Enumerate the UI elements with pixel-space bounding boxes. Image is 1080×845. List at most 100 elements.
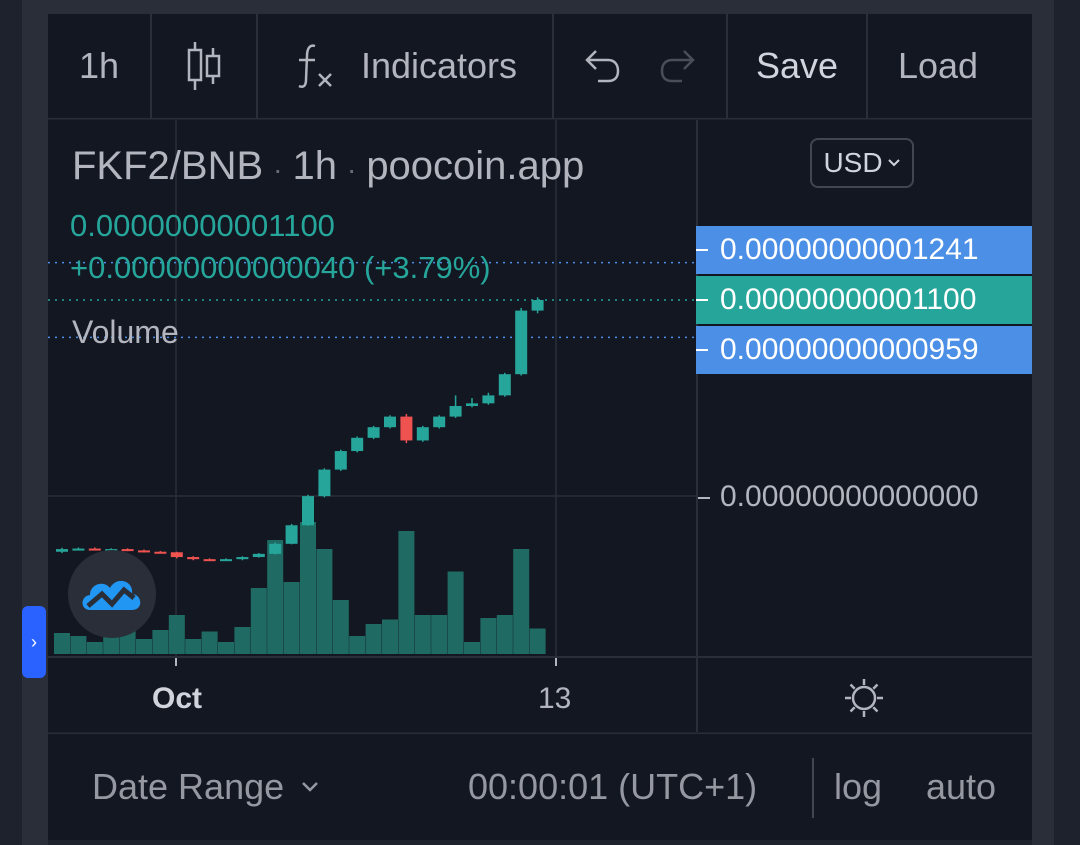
indicators-label: Indicators <box>360 45 518 86</box>
volume-bar <box>480 618 497 654</box>
volume-bar <box>300 522 316 654</box>
candle-body <box>498 374 511 396</box>
load-label: Load <box>897 45 979 86</box>
interval-button[interactable]: 1h <box>48 14 152 118</box>
undo-icon[interactable] <box>578 46 622 86</box>
symbol-name[interactable]: FKF2/BNB <box>72 144 263 188</box>
candle-body <box>433 416 446 428</box>
volume-bar <box>398 531 415 654</box>
function-icon <box>298 44 332 88</box>
legend-interval: 1h <box>292 144 337 188</box>
legend-price: 0.00000000001100 <box>70 208 335 243</box>
date-range-label: Date Range <box>92 766 285 807</box>
candle-body <box>482 395 495 404</box>
timezone-button[interactable]: 00:00:01 (UTC+1) <box>468 734 757 840</box>
symbol-legend: FKF2/BNB · 1h · poocoin.app <box>72 144 584 189</box>
candles-icon <box>187 42 221 90</box>
volume-bar <box>185 639 202 654</box>
candle-body <box>154 551 167 554</box>
tradingview-logo[interactable] <box>68 550 156 638</box>
volume-bar <box>529 628 546 654</box>
legend-separator: · <box>273 154 283 185</box>
candle-body <box>515 310 528 375</box>
candle-body <box>170 552 183 558</box>
candle-body <box>220 559 232 562</box>
save-label: Save <box>755 45 839 86</box>
bottom-toolbar: Date Range 00:00:01 (UTC+1) log auto <box>48 733 1032 840</box>
volume-bar <box>349 636 366 654</box>
bottom-separator <box>812 758 814 818</box>
interval-label: 1h <box>78 45 120 86</box>
chart-type-button[interactable] <box>152 14 258 118</box>
auto-scale-toggle[interactable]: auto <box>926 734 996 840</box>
volume-bar <box>365 624 382 654</box>
time-axis-border <box>48 656 1032 658</box>
save-button[interactable]: Save <box>728 14 868 118</box>
legend-source: poocoin.app <box>366 144 585 188</box>
candle-body <box>269 543 282 554</box>
currency-label: USD <box>823 147 883 178</box>
volume-bar <box>267 540 284 654</box>
window-frame-right <box>1032 0 1054 845</box>
volume-bar <box>332 600 349 654</box>
price-label-high: 0.00000000001241 <box>696 226 1032 274</box>
volume-bar <box>431 615 448 654</box>
volume-bar <box>250 588 267 654</box>
volume-bar <box>201 631 218 654</box>
candle-body <box>236 557 249 560</box>
candle-body <box>416 427 429 441</box>
volume-bar <box>316 549 333 654</box>
volume-bar <box>496 615 513 654</box>
candle-body <box>187 557 200 560</box>
candle-body <box>318 469 331 497</box>
auto-label: auto <box>926 766 997 807</box>
volume-bar <box>447 571 464 654</box>
candle-body <box>367 427 380 438</box>
price-scale-border <box>696 120 698 732</box>
window-frame-left <box>22 0 48 845</box>
volume-bar <box>414 615 431 654</box>
chevron-down-icon <box>302 782 319 792</box>
candle-body <box>449 406 462 417</box>
volume-legend[interactable]: Volume <box>72 314 179 351</box>
candle-body <box>302 496 314 526</box>
time-label-oct: Oct <box>152 682 203 715</box>
candle-body <box>531 300 544 311</box>
volume-bar <box>70 636 87 654</box>
volume-bar <box>283 582 300 654</box>
chart-pane[interactable]: FKF2/BNB · 1h · poocoin.app 0.00000000001100… <box>48 120 1032 732</box>
volume-bar <box>218 642 234 654</box>
price-scale-label: 0.00000000000000 <box>720 480 979 513</box>
cloud-chart-icon <box>82 580 141 610</box>
legend-separator: · <box>346 154 357 185</box>
log-scale-toggle[interactable]: log <box>834 734 882 840</box>
volume-bar <box>103 636 120 654</box>
window-frame-top <box>22 0 1054 14</box>
volume-bar <box>86 642 103 654</box>
candle-body <box>384 416 396 428</box>
price-tick <box>698 497 710 499</box>
indicators-button[interactable]: Indicators <box>258 14 554 118</box>
legend-change: +0.00000000000040 (+3.79%) <box>70 250 491 285</box>
volume-bar <box>513 549 530 654</box>
sidebar-toggle-button[interactable]: › <box>22 606 46 678</box>
candle-body <box>203 559 216 562</box>
log-label: log <box>834 766 883 807</box>
volume-bar <box>168 615 185 654</box>
volume-bar <box>136 639 152 654</box>
currency-select[interactable]: USD <box>810 138 914 188</box>
candle-body <box>252 553 265 558</box>
redo-icon[interactable] <box>658 46 702 86</box>
candle-body <box>466 403 478 406</box>
chevron-right-icon: › <box>31 631 37 652</box>
date-range-button[interactable]: Date Range <box>92 734 320 840</box>
price-label-last: 0.00000000001100 <box>696 276 1032 324</box>
chart-toolbar: 1h Indicators Save Load <box>48 14 1032 119</box>
load-button[interactable]: Load <box>868 14 1008 118</box>
volume-bar <box>382 619 398 654</box>
price-label-low: 0.00000000000959 <box>696 326 1032 374</box>
window-edge <box>1054 0 1080 845</box>
candle-body <box>400 416 413 441</box>
undo-redo-group <box>554 14 728 118</box>
gear-icon[interactable] <box>842 676 886 720</box>
